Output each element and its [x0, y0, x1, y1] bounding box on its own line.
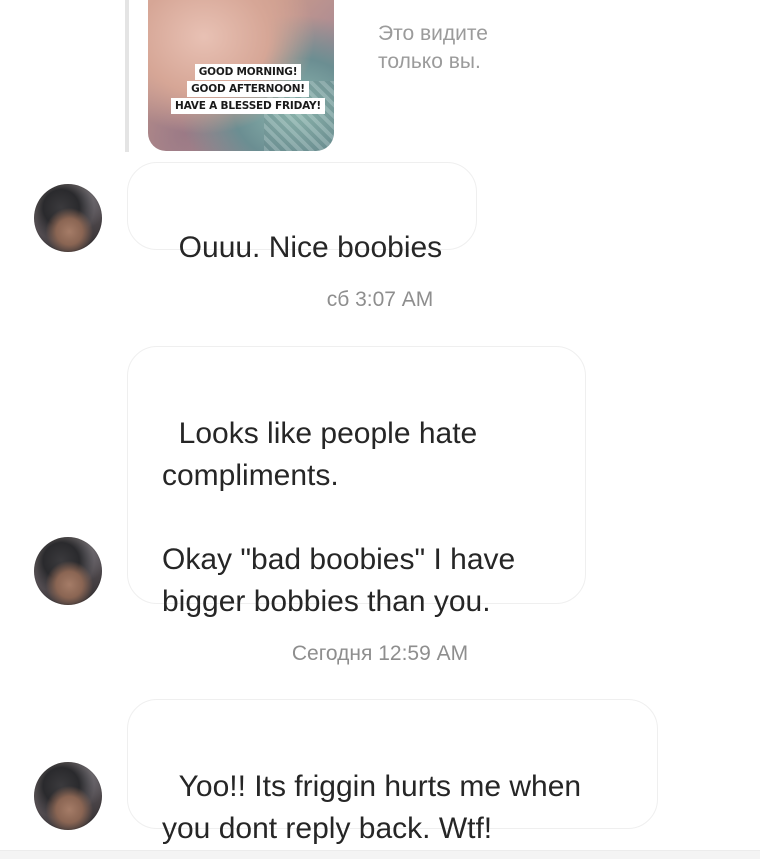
- message-text: Yoo!! Its friggin hurts me when you dont…: [162, 770, 590, 845]
- story-caption-line: HAVE A BLESSED FRIDAY!: [171, 98, 325, 114]
- timestamp: сб 3:07 AM: [326, 288, 434, 311]
- message-bubble[interactable]: Yoo!! Its friggin hurts me when you dont…: [127, 699, 658, 845]
- story-caption-line: GOOD MORNING!: [194, 64, 302, 80]
- avatar[interactable]: [34, 762, 102, 830]
- story-thumbnail[interactable]: GOOD MORNING! GOOD AFTERNOON! HAVE A BLE…: [148, 0, 334, 151]
- timestamp: Сегодня 12:59 AM: [291, 642, 469, 665]
- story-reply-bar: [125, 0, 129, 152]
- message-text: Looks like people hate compliments. Okay…: [162, 417, 516, 618]
- bottom-divider: [0, 850, 760, 859]
- message-bubble[interactable]: Looks like people hate compliments. Okay…: [127, 346, 586, 618]
- message-text: Ouuu. Nice boobies: [178, 231, 443, 264]
- message-bubble[interactable]: Ouuu. Nice boobies: [127, 162, 478, 264]
- avatar[interactable]: [34, 537, 102, 605]
- story-caption: GOOD MORNING! GOOD AFTERNOON! HAVE A BLE…: [160, 64, 334, 114]
- story-caption-line: GOOD AFTERNOON!: [187, 81, 309, 97]
- visibility-note: Это видите только вы.: [378, 22, 488, 73]
- avatar[interactable]: [34, 184, 102, 252]
